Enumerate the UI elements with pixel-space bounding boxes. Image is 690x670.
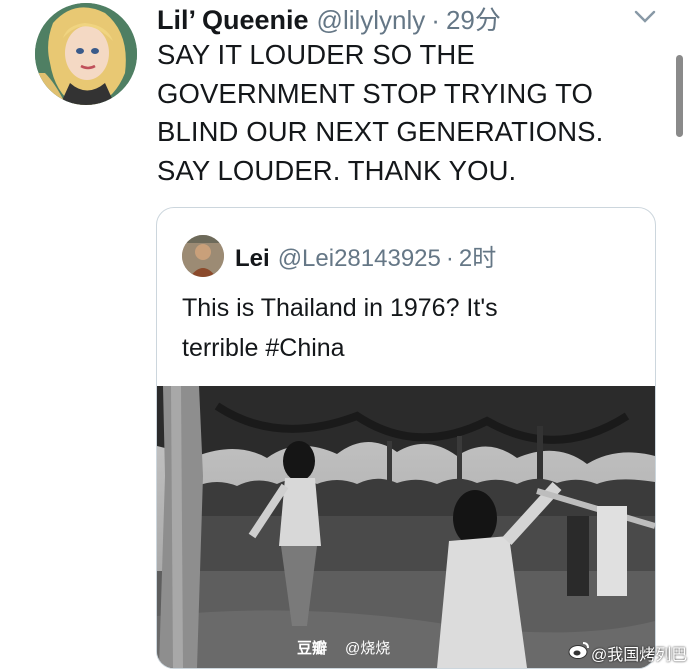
tweet-text-line: GOVERNMENT STOP TRYING TO (157, 77, 593, 109)
author-avatar[interactable] (35, 3, 137, 105)
author-name[interactable]: Lil’ Queenie (157, 5, 309, 36)
quoted-tweet-header: Lei @Lei28143925 · 2时 (235, 238, 496, 273)
scrollbar[interactable] (676, 55, 683, 137)
quoted-tweet-photo[interactable] (157, 386, 655, 668)
quoted-author-avatar[interactable] (182, 235, 224, 277)
tweet-time[interactable]: 29分 (446, 0, 501, 37)
quoted-author-handle[interactable]: @Lei28143925 (278, 245, 441, 273)
quoted-author-name[interactable]: Lei (235, 245, 270, 273)
tweet-text-line: BLIND OUR NEXT GENERATIONS. (157, 116, 604, 147)
chevron-down-icon[interactable] (632, 8, 658, 26)
tweet-text-line: SAY LOUDER. THANK YOU. (157, 154, 517, 186)
quoted-tweet-time[interactable]: 2时 (459, 238, 496, 273)
quoted-text-line: This is Thailand in 1976? It's (182, 294, 498, 322)
tweet-text: SAY IT LOUDER SO THE GOVERNMENT STOP TRY… (157, 36, 657, 190)
douban-user-watermark: @烧烧 (345, 640, 391, 657)
quoted-tweet[interactable]: Lei @Lei28143925 · 2时 This is Thailand i… (156, 207, 656, 669)
quoted-text-line: terrible #China (182, 334, 345, 362)
weibo-icon (568, 640, 590, 660)
separator: · (431, 5, 440, 35)
tweet-text-line: SAY IT LOUDER SO THE (157, 39, 475, 70)
douban-watermark: 豆瓣 (297, 640, 328, 657)
separator: · (445, 245, 454, 272)
author-handle[interactable]: @lilylynly (317, 5, 426, 36)
weibo-watermark: @我国烤列巴 (591, 647, 688, 664)
tweet-header: Lil’ Queenie @lilylynly · 29分 (157, 0, 501, 37)
quoted-tweet-text: This is Thailand in 1976? It's terrible … (182, 288, 642, 368)
